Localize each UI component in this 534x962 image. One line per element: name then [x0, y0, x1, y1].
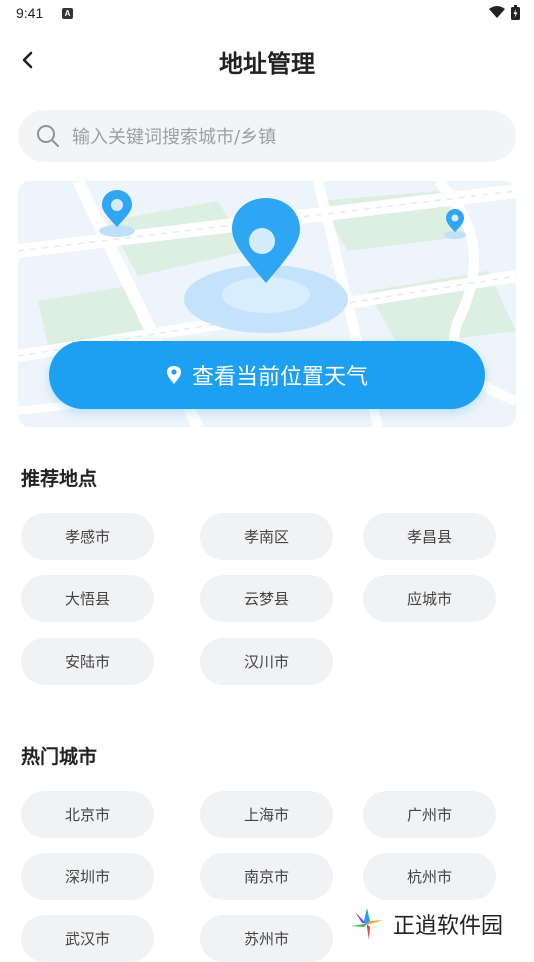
- location-pin-icon: [166, 366, 181, 384]
- status-time: 9:41: [16, 5, 44, 21]
- search-icon: [37, 125, 59, 147]
- hot-city-chip[interactable]: 广州市: [363, 791, 496, 838]
- hot-city-chip[interactable]: 苏州市: [200, 915, 333, 962]
- location-button-label: 查看当前位置天气: [191, 365, 368, 390]
- watermark-logo-icon: [351, 908, 383, 940]
- status-icons: [489, 5, 520, 20]
- hot-city-chip[interactable]: 武汉市: [21, 915, 154, 962]
- search-input[interactable]: [70, 110, 494, 164]
- notification-icon: A: [62, 8, 73, 19]
- recommended-chip[interactable]: 安陆市: [21, 638, 154, 685]
- watermark: 正逍软件园: [345, 902, 510, 946]
- hot-city-chip[interactable]: 深圳市: [21, 853, 154, 900]
- status-bar: 9:41 A: [0, 0, 534, 28]
- wifi-icon: [489, 6, 505, 18]
- page-title: 地址管理: [219, 50, 315, 78]
- hot-city-chip[interactable]: 上海市: [200, 791, 333, 838]
- recommended-chip[interactable]: 孝感市: [21, 513, 154, 560]
- view-current-location-weather-button[interactable]: 查看当前位置天气: [49, 341, 485, 409]
- recommended-chip[interactable]: 孝昌县: [363, 513, 496, 560]
- recommended-chip[interactable]: 汉川市: [200, 638, 333, 685]
- hot-city-chip[interactable]: 北京市: [21, 791, 154, 838]
- recommended-chip[interactable]: 应城市: [363, 575, 496, 622]
- recommended-section-title: 推荐地点: [21, 468, 98, 490]
- location-map-card: 查看当前位置天气: [18, 181, 516, 427]
- watermark-text: 正逍软件园: [393, 914, 504, 939]
- battery-icon: [511, 5, 520, 20]
- recommended-chip[interactable]: 孝南区: [200, 513, 333, 560]
- hot-city-chip[interactable]: 南京市: [200, 853, 333, 900]
- recommended-chip[interactable]: 大悟县: [21, 575, 154, 622]
- hot-city-chip[interactable]: 杭州市: [363, 853, 496, 900]
- recommended-chip[interactable]: 云梦县: [200, 575, 333, 622]
- hot-cities-section-title: 热门城市: [21, 746, 98, 768]
- search-bar[interactable]: [18, 110, 516, 164]
- header: 地址管理: [0, 38, 534, 82]
